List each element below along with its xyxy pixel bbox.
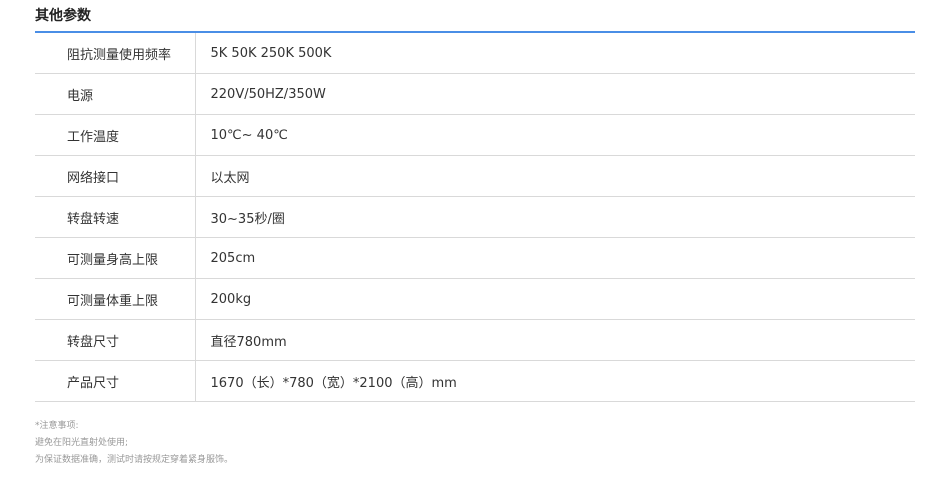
spec-table: 阻抗测量使用频率 5K 50K 250K 500K 电源 220V/50HZ/3… [35,33,915,402]
table-row: 产品尺寸 1670（长）*780（宽）*2100（高）mm [35,360,915,402]
spec-label: 电源 [35,73,196,115]
spec-value: 直径780mm [195,319,915,361]
spec-label: 工作温度 [35,114,196,156]
spec-label: 阻抗测量使用频率 [35,33,196,74]
table-row: 工作温度 10℃~ 40℃ [35,114,915,156]
spec-label: 产品尺寸 [35,360,196,402]
table-row: 可测量身高上限 205cm [35,237,915,279]
notes-heading: *注意事项: [35,421,79,431]
spec-value: 以太网 [195,155,915,197]
spec-value: 5K 50K 250K 500K [195,33,915,74]
table-row: 转盘转速 30~35秒/圈 [35,196,915,238]
table-row: 电源 220V/50HZ/350W [35,73,915,115]
spec-value: 205cm [195,237,915,279]
spec-value: 220V/50HZ/350W [195,73,915,115]
section-title: 其他参数 [35,8,91,24]
spec-label: 可测量身高上限 [35,237,196,279]
note-line: 避免在阳光直射处使用; [35,438,129,448]
note-line: 为保证数据准确，测试时请按规定穿着紧身服饰。 [35,455,234,465]
usage-notes: *注意事项: 避免在阳光直射处使用; 为保证数据准确，测试时请按规定穿着紧身服饰… [35,418,233,469]
table-row: 可测量体重上限 200kg [35,278,915,320]
spec-label: 可测量体重上限 [35,278,196,320]
spec-label: 转盘尺寸 [35,319,196,361]
table-row: 阻抗测量使用频率 5K 50K 250K 500K [35,33,915,74]
spec-value: 200kg [195,278,915,320]
spec-value: 1670（长）*780（宽）*2100（高）mm [195,360,915,402]
table-row: 转盘尺寸 直径780mm [35,319,915,361]
spec-label: 网络接口 [35,155,196,197]
table-row: 网络接口 以太网 [35,155,915,197]
spec-value: 10℃~ 40℃ [195,114,915,156]
spec-value: 30~35秒/圈 [195,196,915,238]
spec-label: 转盘转速 [35,196,196,238]
